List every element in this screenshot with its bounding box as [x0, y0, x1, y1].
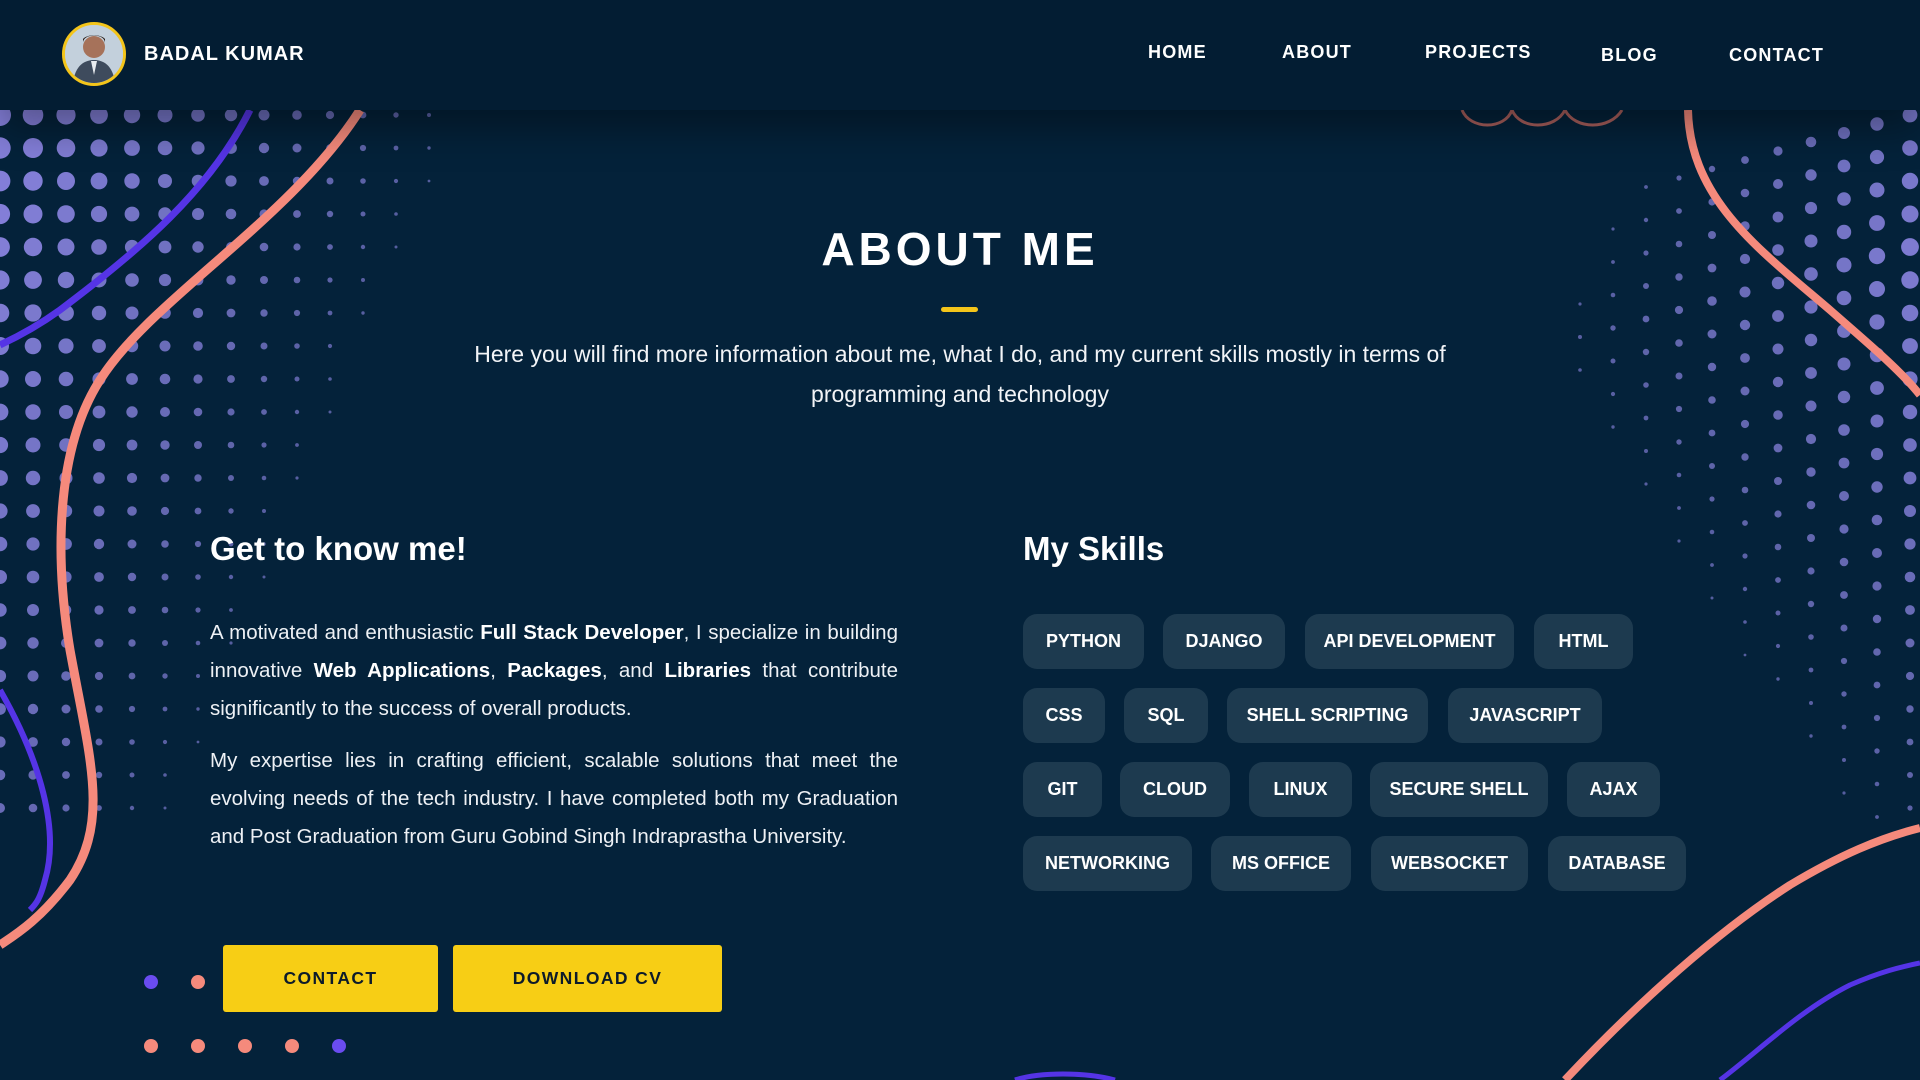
about-section: ABOUT ME Here you will find more informa… — [0, 0, 1920, 1080]
skill-chip: CLOUD — [1120, 762, 1230, 817]
page-title: ABOUT ME — [821, 223, 1099, 275]
skill-chip: API DEVELOPMENT — [1305, 614, 1514, 669]
title-underline — [941, 307, 978, 312]
skill-chip: WEBSOCKET — [1371, 836, 1528, 891]
skill-chip: SQL — [1124, 688, 1208, 743]
skill-chip: DATABASE — [1548, 836, 1686, 891]
intro-text: A motivated and enthusiastic — [210, 621, 481, 644]
skill-chip: NETWORKING — [1023, 836, 1192, 891]
intro-text: , and — [601, 659, 665, 682]
intro-paragraph-2: My expertise lies in crafting efficient,… — [210, 749, 898, 848]
nav-blog[interactable]: BLOG — [1601, 45, 1658, 66]
skill-chip: DJANGO — [1163, 614, 1285, 669]
contact-button[interactable]: CONTACT — [223, 945, 438, 1012]
skill-chip: HTML — [1534, 614, 1633, 669]
navbar: BADAL KUMAR HOME ABOUT PROJECTS BLOG CON… — [0, 0, 1920, 110]
highlight-packages: Packages — [507, 659, 602, 682]
highlight-libraries: Libraries — [664, 659, 752, 682]
skill-chip: SECURE SHELL — [1370, 762, 1548, 817]
intro-heading: Get to know me! — [210, 530, 467, 567]
skill-chip: JAVASCRIPT — [1448, 688, 1602, 743]
skill-chip: PYTHON — [1023, 614, 1144, 669]
skill-chip: MS OFFICE — [1211, 836, 1351, 891]
skill-chip: AJAX — [1567, 762, 1660, 817]
highlight-web-apps: Web Applications — [313, 659, 491, 682]
skills-heading: My Skills — [1023, 530, 1165, 567]
nav-home[interactable]: HOME — [1148, 42, 1207, 63]
skill-chip: GIT — [1023, 762, 1102, 817]
skill-chip: SHELL SCRIPTING — [1227, 688, 1428, 743]
highlight-full-stack: Full Stack Developer — [480, 621, 684, 644]
download-cv-button[interactable]: DOWNLOAD CV — [453, 945, 722, 1012]
skill-chip: CSS — [1023, 688, 1105, 743]
intro-paragraph-1: A motivated and enthusiastic Full Stack … — [210, 614, 898, 728]
section-subtitle: Here you will find more information abou… — [474, 341, 1446, 407]
nav-about[interactable]: ABOUT — [1282, 42, 1352, 63]
nav-projects[interactable]: PROJECTS — [1425, 42, 1532, 63]
intro-text: , — [490, 659, 508, 682]
main-nav: HOME ABOUT PROJECTS BLOG CONTACT — [0, 0, 1920, 110]
nav-contact[interactable]: CONTACT — [1729, 45, 1824, 66]
skill-chip: LINUX — [1249, 762, 1352, 817]
